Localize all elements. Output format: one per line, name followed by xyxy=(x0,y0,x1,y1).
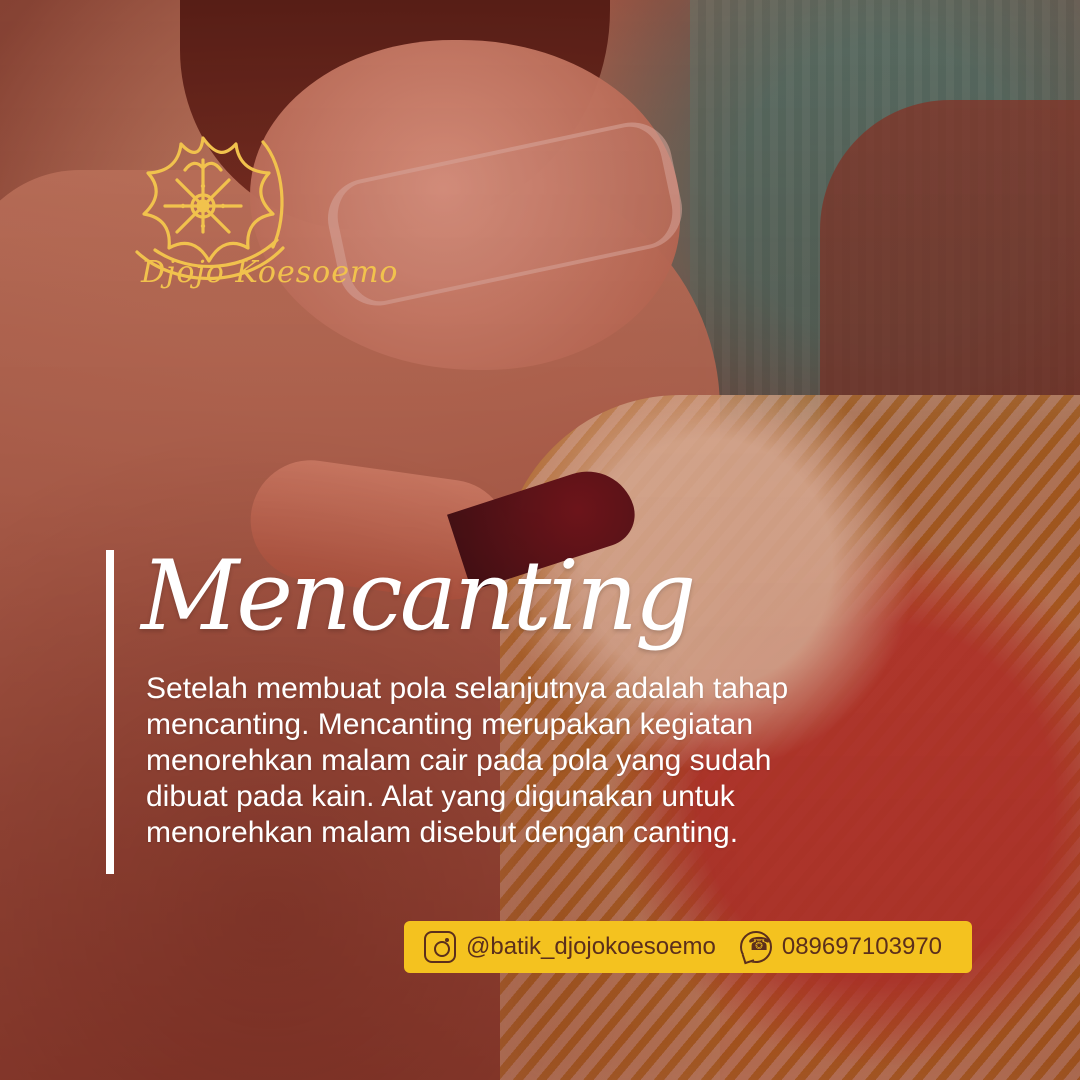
contact-bar: @batik_djojokoesoemo 089697103970 xyxy=(404,921,972,973)
instagram-handle: @batik_djojokoesoemo xyxy=(466,933,716,960)
brand-logo: Djojo Koesoemo xyxy=(113,122,397,292)
brand-logo-svg: Djojo Koesoemo xyxy=(135,136,397,290)
post-title: Mencanting xyxy=(141,540,696,652)
social-post: Djojo Koesoemo Mencanting Setelah membua… xyxy=(0,0,1080,1080)
whatsapp-icon xyxy=(739,931,772,963)
logo-text: Djojo Koesoemo xyxy=(140,255,398,290)
instagram-icon xyxy=(424,931,456,963)
phone-number: 089697103970 xyxy=(781,933,943,960)
post-description: Setelah membuat pola selanjutnya adalah … xyxy=(146,672,789,849)
accent-bar xyxy=(106,550,114,874)
